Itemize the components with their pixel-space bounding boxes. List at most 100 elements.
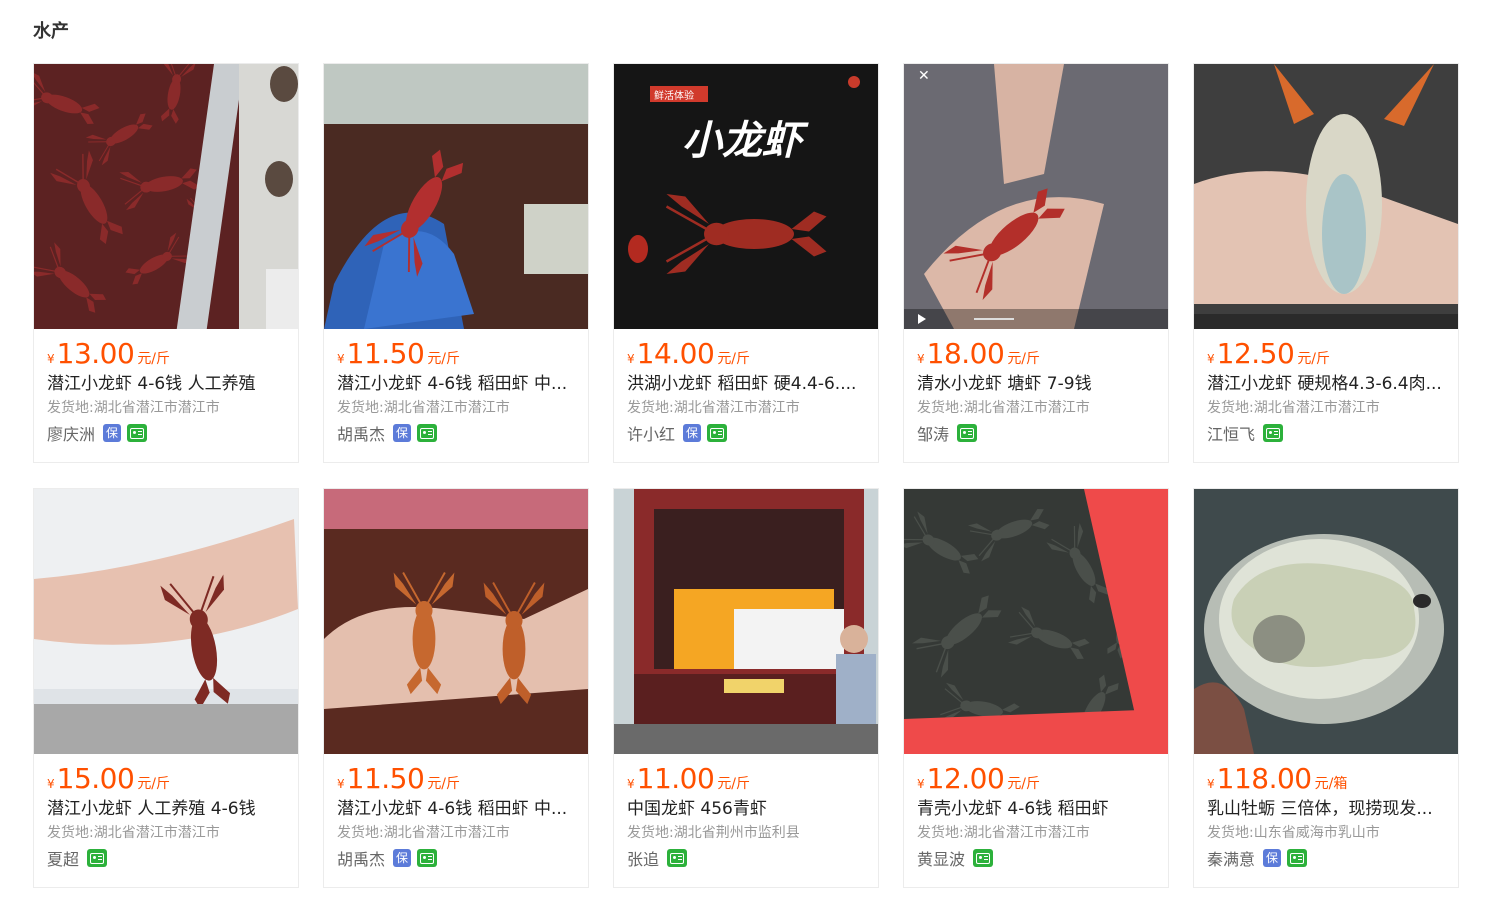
product-title[interactable]: 潜江小龙虾 4-6钱 稻田虾 中...	[337, 372, 575, 396]
product-info: ¥ 11.50 元/斤 潜江小龙虾 4-6钱 稻田虾 中... 发货地:湖北省潜…	[324, 329, 588, 446]
seller-name[interactable]: 张追	[627, 846, 659, 870]
id-verified-icon	[1263, 424, 1284, 442]
page: 水产 ¥ 13.00 元/斤 潜江小龙虾 4-6钱 人工养殖 发货地:湖北省潜江…	[0, 0, 1491, 899]
seller-row: 廖庆洲 保	[47, 420, 285, 446]
seller-row: 黄显波	[917, 845, 1155, 871]
currency-symbol: ¥	[917, 352, 925, 366]
product-image[interactable]: ✕	[904, 64, 1168, 329]
product-info: ¥ 15.00 元/斤 潜江小龙虾 人工养殖 4-6钱 发货地:湖北省潜江市潜江…	[34, 754, 298, 871]
price-unit: 元/斤	[717, 776, 751, 792]
price: 12.00	[926, 762, 1005, 795]
price-row: ¥ 11.50 元/斤	[337, 762, 575, 796]
product-info: ¥ 13.00 元/斤 潜江小龙虾 4-6钱 人工养殖 发货地:湖北省潜江市潜江…	[34, 329, 298, 446]
product-image[interactable]	[34, 489, 298, 754]
product-card[interactable]: ¥ 12.00 元/斤 青壳小龙虾 4-6钱 稻田虾 发货地:湖北省潜江市潜江市…	[903, 488, 1169, 888]
ship-from-location: 湖北省潜江市潜江市	[673, 400, 800, 416]
currency-symbol: ¥	[337, 352, 345, 366]
ship-from: 发货地:湖北省潜江市潜江市	[47, 823, 285, 843]
seller-row: 胡禹杰 保	[337, 845, 575, 871]
ship-from: 发货地:湖北省潜江市潜江市	[47, 398, 285, 418]
price: 14.00	[636, 337, 715, 370]
product-title[interactable]: 潜江小龙虾 4-6钱 稻田虾 中...	[337, 797, 575, 821]
seller-name[interactable]: 胡禹杰	[337, 421, 385, 445]
seller-name[interactable]: 江恒飞	[1207, 421, 1255, 445]
guarantee-badge-icon: 保	[393, 424, 412, 442]
product-info: ¥ 12.00 元/斤 青壳小龙虾 4-6钱 稻田虾 发货地:湖北省潜江市潜江市…	[904, 754, 1168, 871]
seller-row: 江恒飞	[1207, 420, 1445, 446]
seller-row: 胡禹杰 保	[337, 420, 575, 446]
seller-row: 夏超	[47, 845, 285, 871]
product-title[interactable]: 中国龙虾 456青虾	[627, 797, 865, 821]
price-row: ¥ 12.00 元/斤	[917, 762, 1155, 796]
ship-from: 发货地:湖北省潜江市潜江市	[337, 398, 575, 418]
ship-from: 发货地:湖北省潜江市潜江市	[1207, 398, 1445, 418]
ship-from-location: 山东省威海市乳山市	[1253, 825, 1380, 841]
product-title[interactable]: 潜江小龙虾 人工养殖 4-6钱	[47, 797, 285, 821]
seller-name[interactable]: 邹涛	[917, 421, 949, 445]
id-verified-icon	[417, 424, 438, 442]
product-card[interactable]: ¥ 11.50 元/斤 潜江小龙虾 4-6钱 稻田虾 中... 发货地:湖北省潜…	[323, 488, 589, 888]
product-card[interactable]: ¥ 118.00 元/箱 乳山牡蛎 三倍体，现捞现发... 发货地:山东省威海市…	[1193, 488, 1459, 888]
ship-from: 发货地:湖北省潜江市潜江市	[917, 823, 1155, 843]
price: 11.00	[636, 762, 715, 795]
price-row: ¥ 18.00 元/斤	[917, 337, 1155, 371]
product-image[interactable]	[324, 489, 588, 754]
seller-name[interactable]: 秦满意	[1207, 846, 1255, 870]
product-image[interactable]	[1194, 489, 1458, 754]
currency-symbol: ¥	[627, 777, 635, 791]
price-row: ¥ 11.50 元/斤	[337, 337, 575, 371]
price-row: ¥ 118.00 元/箱	[1207, 762, 1445, 796]
price-unit: 元/斤	[1297, 351, 1331, 367]
ship-from-location: 湖北省潜江市潜江市	[93, 825, 220, 841]
product-card[interactable]: ¥ 15.00 元/斤 潜江小龙虾 人工养殖 4-6钱 发货地:湖北省潜江市潜江…	[33, 488, 299, 888]
seller-name[interactable]: 胡禹杰	[337, 846, 385, 870]
product-card[interactable]: ¥ 12.50 元/斤 潜江小龙虾 硬规格4.3-6.4肉... 发货地:湖北省…	[1193, 63, 1459, 463]
price-row: ¥ 12.50 元/斤	[1207, 337, 1445, 371]
product-title[interactable]: 潜江小龙虾 硬规格4.3-6.4肉...	[1207, 372, 1445, 396]
product-card[interactable]: ¥ 11.50 元/斤 潜江小龙虾 4-6钱 稻田虾 中... 发货地:湖北省潜…	[323, 63, 589, 463]
product-title[interactable]: 潜江小龙虾 4-6钱 人工养殖	[47, 372, 285, 396]
ship-from-label: 发货地:	[337, 400, 384, 416]
product-title[interactable]: 乳山牡蛎 三倍体，现捞现发...	[1207, 797, 1445, 821]
seller-name[interactable]: 夏超	[47, 846, 79, 870]
poster-headline: 小龙虾	[682, 117, 802, 164]
ship-from: 发货地:山东省威海市乳山市	[1207, 823, 1445, 843]
product-image[interactable]	[904, 489, 1168, 754]
product-title[interactable]: 洪湖小龙虾 稻田虾 硬4.4-6....	[627, 372, 865, 396]
product-card[interactable]: ¥ 13.00 元/斤 潜江小龙虾 4-6钱 人工养殖 发货地:湖北省潜江市潜江…	[33, 63, 299, 463]
currency-symbol: ¥	[337, 777, 345, 791]
price-unit: 元/斤	[1007, 776, 1041, 792]
guarantee-badge-icon: 保	[393, 849, 412, 867]
product-title[interactable]: 清水小龙虾 塘虾 7-9钱	[917, 372, 1155, 396]
ship-from-label: 发货地:	[917, 400, 964, 416]
seller-name[interactable]: 黄显波	[917, 846, 965, 870]
ship-from: 发货地:湖北省潜江市潜江市	[917, 398, 1155, 418]
id-verified-icon	[127, 424, 148, 442]
currency-symbol: ¥	[917, 777, 925, 791]
currency-symbol: ¥	[47, 352, 55, 366]
product-image[interactable]	[324, 64, 588, 329]
product-card[interactable]: ¥ 11.00 元/斤 中国龙虾 456青虾 发货地:湖北省荆州市监利县 张追	[613, 488, 879, 888]
product-title[interactable]: 青壳小龙虾 4-6钱 稻田虾	[917, 797, 1155, 821]
price: 11.50	[346, 337, 425, 370]
product-card[interactable]: ✕ ¥ 18.00 元/斤 清水小龙虾 塘虾 7-9钱 发货地:湖北省潜江市潜江…	[903, 63, 1169, 463]
ship-from-location: 湖北省潜江市潜江市	[93, 400, 220, 416]
product-image[interactable]	[614, 489, 878, 754]
ship-from: 发货地:湖北省潜江市潜江市	[627, 398, 865, 418]
product-image[interactable]: 鲜活体验 小龙虾	[614, 64, 878, 329]
ship-from-location: 湖北省荆州市监利县	[673, 825, 800, 841]
price-unit: 元/斤	[717, 351, 751, 367]
product-info: ¥ 11.50 元/斤 潜江小龙虾 4-6钱 稻田虾 中... 发货地:湖北省潜…	[324, 754, 588, 871]
seller-name[interactable]: 廖庆洲	[47, 421, 95, 445]
price-row: ¥ 11.00 元/斤	[627, 762, 865, 796]
product-card[interactable]: 鲜活体验 小龙虾 ¥ 14.00 元/斤 洪湖小龙虾 稻田虾 硬4.4-6....…	[613, 63, 879, 463]
product-image[interactable]	[34, 64, 298, 329]
id-verified-icon	[667, 849, 688, 867]
seller-name[interactable]: 许小红	[627, 421, 675, 445]
ship-from-label: 发货地:	[47, 400, 94, 416]
id-verified-icon	[707, 424, 728, 442]
product-info: ¥ 11.00 元/斤 中国龙虾 456青虾 发货地:湖北省荆州市监利县 张追	[614, 754, 878, 871]
price: 15.00	[56, 762, 135, 795]
product-image[interactable]	[1194, 64, 1458, 329]
ship-from-location: 湖北省潜江市潜江市	[963, 400, 1090, 416]
